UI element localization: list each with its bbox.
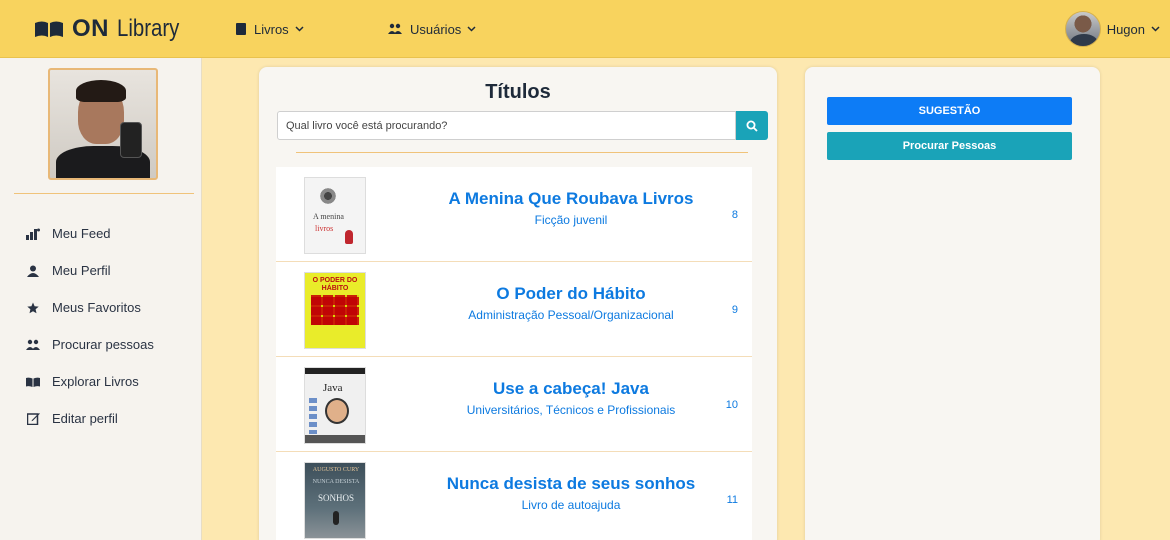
sugestao-button[interactable]: SUGESTÃO [827, 97, 1072, 125]
sidebar-divider [14, 193, 194, 194]
book-genre-link[interactable]: Ficção juvenil [406, 213, 736, 227]
book-title-link[interactable]: Use a cabeça! Java [406, 379, 736, 399]
cover-face-graphic [325, 398, 349, 424]
sidebar-item-meus-favoritos[interactable]: Meus Favoritos [26, 289, 154, 326]
list-item[interactable]: O PODER DO HÁBITO O Poder do Hábito Admi… [276, 262, 752, 357]
profile-photo[interactable] [48, 68, 158, 180]
book-icon [236, 23, 246, 35]
cover-tree-graphic [313, 184, 343, 208]
book-cover[interactable]: Java [304, 367, 366, 444]
feed-icon [26, 227, 40, 241]
cover-grid-graphic [311, 295, 359, 325]
search-button[interactable] [736, 111, 768, 140]
book-genre-link[interactable]: Universitários, Técnicos e Profissionais [406, 403, 736, 417]
book-number: 9 [731, 304, 738, 316]
book-info: O Poder do Hábito Administração Pessoal/… [406, 284, 736, 322]
profile-photo-phone [120, 122, 142, 158]
book-cover[interactable]: A menina livros [304, 177, 366, 254]
cover-text: livros [315, 224, 334, 233]
nav-menu-usuarios-label: Usuários [410, 21, 462, 37]
list-item[interactable]: AUGUSTO CURY NUNCA DESISTA SONHOS Nunca … [276, 452, 752, 540]
edit-icon [26, 412, 40, 426]
procurar-pessoas-button[interactable]: Procurar Pessoas [827, 132, 1072, 160]
sidebar-item-explorar-livros[interactable]: Explorar Livros [26, 363, 154, 400]
cover-band-graphic [305, 368, 365, 374]
sidebar-item-label: Meus Favoritos [52, 300, 141, 315]
book-info: Nunca desista de seus sonhos Livro de au… [406, 474, 736, 512]
titles-card: Títulos A menina livros A Menina Que Rou… [259, 67, 777, 540]
top-navbar: ON Library Livros Usuários Hugon [0, 0, 1170, 58]
nav-menu-livros-label: Livros [254, 21, 289, 37]
left-sidebar: Meu Feed Meu Perfil Meus Favoritos Procu… [0, 58, 202, 540]
sidebar-item-procurar-pessoas[interactable]: Procurar pessoas [26, 326, 154, 363]
chevron-down-icon [1151, 26, 1160, 32]
user-icon [26, 264, 40, 278]
sidebar-item-label: Meu Feed [52, 226, 111, 241]
cover-text: AUGUSTO CURY [312, 467, 360, 473]
sidebar-item-label: Explorar Livros [52, 374, 139, 389]
book-info: Use a cabeça! Java Universitários, Técni… [406, 379, 736, 417]
book-cover[interactable]: AUGUSTO CURY NUNCA DESISTA SONHOS [304, 462, 366, 539]
sidebar-item-meu-feed[interactable]: Meu Feed [26, 215, 154, 252]
book-number: 10 [725, 399, 738, 411]
book-number: 8 [731, 209, 738, 221]
brand-logo[interactable]: ON Library [34, 14, 190, 44]
cover-figure-graphic [345, 230, 353, 244]
cover-text: NUNCA DESISTA [312, 479, 360, 485]
user-menu[interactable]: Hugon [1064, 10, 1160, 48]
users-icon [388, 23, 402, 35]
cover-text: SONHOS [317, 493, 354, 503]
cover-text: Java [323, 382, 343, 394]
nav-menu-usuarios[interactable]: Usuários [388, 18, 476, 40]
nav-menu-livros[interactable]: Livros [236, 18, 304, 40]
sidebar-item-editar-perfil[interactable]: Editar perfil [26, 400, 154, 437]
cover-side-graphic [309, 398, 317, 434]
book-info: A Menina Que Roubava Livros Ficção juven… [406, 189, 736, 227]
book-genre-link[interactable]: Administração Pessoal/Organizacional [406, 308, 736, 322]
sidebar-menu: Meu Feed Meu Perfil Meus Favoritos Procu… [26, 215, 154, 437]
book-title-link[interactable]: Nunca desista de seus sonhos [406, 474, 736, 494]
search-icon [746, 120, 758, 132]
profile-photo-hair [76, 80, 126, 102]
sidebar-item-label: Editar perfil [52, 411, 118, 426]
page-title: Títulos [485, 81, 551, 103]
search-bar [277, 111, 768, 140]
book-open-icon [26, 375, 40, 389]
sidebar-item-meu-perfil[interactable]: Meu Perfil [26, 252, 154, 289]
book-genre-link[interactable]: Livro de autoajuda [406, 498, 736, 512]
cover-band-graphic [305, 435, 365, 443]
users-icon [26, 338, 40, 352]
cover-runner-graphic [333, 511, 339, 525]
user-name: Hugon [1106, 21, 1145, 37]
book-list: A menina livros A Menina Que Roubava Liv… [276, 167, 752, 540]
brand-bold: ON [72, 15, 109, 42]
list-item[interactable]: Java Use a cabeça! Java Universitários, … [276, 357, 752, 452]
sidebar-item-label: Meu Perfil [52, 263, 111, 278]
book-title-link[interactable]: O Poder do Hábito [406, 284, 736, 304]
list-item[interactable]: A menina livros A Menina Que Roubava Liv… [276, 167, 752, 262]
book-number: 11 [726, 494, 738, 506]
card-divider [296, 152, 748, 153]
chevron-down-icon [467, 26, 476, 32]
sidebar-item-label: Procurar pessoas [52, 337, 154, 352]
book-title-link[interactable]: A Menina Que Roubava Livros [406, 189, 736, 209]
cover-text: O PODER DO HÁBITO [312, 277, 358, 292]
brand-text: Library [117, 15, 180, 42]
star-icon [26, 301, 40, 315]
search-input[interactable] [277, 111, 736, 140]
actions-card: SUGESTÃO Procurar Pessoas [805, 67, 1100, 540]
cover-text: A menina [313, 212, 344, 221]
avatar [1064, 11, 1101, 47]
book-cover[interactable]: O PODER DO HÁBITO [304, 272, 366, 349]
open-book-icon [35, 21, 63, 37]
chevron-down-icon [295, 26, 304, 32]
